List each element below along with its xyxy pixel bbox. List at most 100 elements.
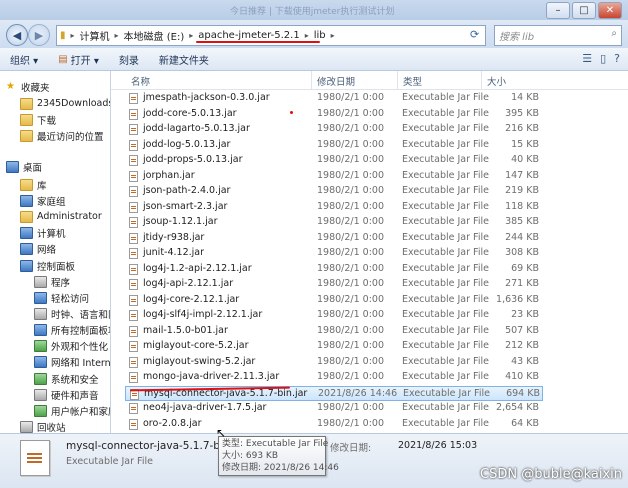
- jar-file-icon: [129, 139, 138, 151]
- file-date: 1980/2/1 0:00: [317, 371, 385, 382]
- file-type: Executable Jar File: [402, 309, 489, 320]
- column-header-row: 名称 修改日期 类型 大小: [111, 71, 628, 90]
- file-name: jodd-props-5.0.13.jar: [143, 154, 243, 165]
- file-row[interactable]: neo4j-java-driver-1.7.5.jar 1980/2/1 0:00…: [125, 401, 543, 416]
- file-row[interactable]: log4j-api-2.12.1.jar 1980/2/1 0:00 Executa…: [125, 277, 543, 292]
- column-size[interactable]: 大小: [487, 74, 506, 88]
- nav-item[interactable]: 程序: [34, 274, 70, 289]
- nav-item-label: 所有控制面板项: [51, 325, 111, 337]
- nav-item[interactable]: 桌面: [6, 159, 42, 174]
- new-folder-button[interactable]: 新建文件夹: [149, 52, 219, 67]
- breadcrumb-computer[interactable]: 计算机: [77, 28, 113, 43]
- address-row: ◀ ▶ ▮ ▸ 计算机 ▸ 本地磁盘 (E:) ▸ apache-jmeter-…: [0, 22, 628, 48]
- explorer-window: 今日推荐 | 下载使用jmeter执行测试计划 – □ ✕ ◀ ▶ ▮ ▸ 计算…: [0, 0, 628, 488]
- column-name[interactable]: 名称: [131, 74, 150, 88]
- refresh-icon[interactable]: ⟳: [470, 28, 479, 41]
- jar-file-icon: [129, 372, 138, 383]
- file-date: 1980/2/1 0:00: [317, 154, 385, 165]
- nav-item[interactable]: 用户帐户和家庭: [34, 403, 110, 418]
- tooltip-size: 大小: 693 KB: [222, 451, 279, 461]
- forward-button[interactable]: ▶: [28, 24, 50, 46]
- file-row[interactable]: mail-1.5.0-b01.jar 1980/2/1 0:00 Executabl…: [125, 324, 543, 339]
- nav-item-label: 网络和 Internet: [51, 357, 111, 369]
- search-input[interactable]: 搜索 lib ⌕: [494, 25, 622, 46]
- file-row[interactable]: miglayout-core-5.2.jar 1980/2/1 0:00 Execu…: [125, 339, 543, 354]
- column-divider[interactable]: [311, 71, 312, 89]
- view-options-icon[interactable]: ☰: [582, 52, 592, 65]
- maximize-button[interactable]: □: [572, 2, 596, 19]
- open-button[interactable]: ▤ 打开 ▾: [48, 52, 109, 67]
- file-row[interactable]: oro-2.0.8.jar 1980/2/1 0:00 Executable Jar…: [125, 417, 543, 432]
- file-row[interactable]: jmespath-jackson-0.3.0.jar 1980/2/1 0:00 E…: [125, 91, 543, 106]
- file-type: Executable Jar File: [402, 324, 489, 336]
- file-type: Executable Jar File: [402, 262, 489, 274]
- chevron-right-icon: ▸: [189, 31, 194, 40]
- file-row[interactable]: miglayout-swing-5.2.jar 1980/2/1 0:00 Exec…: [125, 355, 543, 370]
- nav-item[interactable]: 所有控制面板项: [34, 322, 111, 337]
- jar-file-icon: [129, 310, 138, 321]
- nav-item[interactable]: 网络和 Internet: [34, 354, 111, 369]
- column-type[interactable]: 类型: [403, 74, 422, 88]
- file-row[interactable]: junit-4.12.jar 1980/2/1 0:00 Executable Ja…: [125, 246, 543, 261]
- organize-button[interactable]: 组织 ▾: [0, 52, 48, 67]
- nav-item[interactable]: 外观和个性化: [34, 338, 108, 353]
- nav-item[interactable]: 控制面板: [20, 258, 75, 273]
- help-icon[interactable]: ?: [614, 52, 620, 65]
- file-type: Executable Jar File: [402, 154, 489, 165]
- file-row[interactable]: log4j-core-2.12.1.jar 1980/2/1 0:00 Execut…: [125, 293, 543, 308]
- jar-file-icon: [129, 294, 138, 306]
- nav-item[interactable]: 下载: [20, 112, 56, 127]
- nav-item[interactable]: 轻松访问: [34, 290, 89, 305]
- file-name: oro-2.0.8.jar: [143, 417, 202, 429]
- breadcrumb-lib[interactable]: lib: [311, 30, 329, 41]
- file-row[interactable]: jodd-core-5.0.13.jar 1980/2/1 0:00 Executa…: [125, 107, 543, 122]
- back-button[interactable]: ◀: [6, 24, 28, 46]
- close-button[interactable]: ✕: [598, 2, 622, 19]
- nav-item[interactable]: 计算机: [20, 225, 66, 240]
- file-row[interactable]: jorphan.jar 1980/2/1 0:00 Executable Jar F…: [125, 169, 543, 184]
- jar-file-icon: [129, 201, 138, 213]
- nav-item-label: 2345Downloads: [37, 98, 111, 109]
- control-panel-icon: [20, 259, 33, 272]
- column-divider[interactable]: [481, 71, 482, 89]
- nav-item[interactable]: 时钟、语言和区: [34, 306, 110, 321]
- column-divider[interactable]: [397, 71, 398, 89]
- file-date: 1980/2/1 0:00: [317, 123, 385, 134]
- nav-item[interactable]: 库: [20, 177, 47, 192]
- file-size: 694 KB: [506, 387, 540, 399]
- nav-item[interactable]: 2345Downloads: [20, 96, 111, 111]
- nav-item[interactable]: 家庭组: [20, 193, 66, 208]
- file-row[interactable]: mongo-java-driver-2.11.3.jar 1980/2/1 0:0…: [125, 370, 543, 385]
- column-date[interactable]: 修改日期: [317, 74, 355, 88]
- file-name: junit-4.12.jar: [143, 247, 205, 258]
- nav-item[interactable]: 最近访问的位置: [20, 128, 104, 143]
- file-row[interactable]: jtidy-r938.jar 1980/2/1 0:00 Executable Ja…: [125, 231, 543, 246]
- nav-item[interactable]: ★ 收藏夹: [6, 79, 50, 94]
- file-row[interactable]: jodd-lagarto-5.0.13.jar 1980/2/1 0:00 Exec…: [125, 122, 543, 137]
- file-row[interactable]: jodd-props-5.0.13.jar 1980/2/1 0:00 Execut…: [125, 153, 543, 168]
- nav-item[interactable]: 网络: [20, 241, 56, 256]
- nav-item[interactable]: 系统和安全: [34, 371, 99, 386]
- file-row[interactable]: jsoup-1.12.1.jar 1980/2/1 0:00 Executable …: [125, 215, 543, 230]
- nav-item[interactable]: Administrator: [20, 209, 102, 224]
- file-type: Executable Jar File: [403, 387, 490, 399]
- breadcrumb-drive[interactable]: 本地磁盘 (E:): [121, 28, 188, 43]
- user-accounts-icon: [34, 404, 47, 417]
- file-size: 395 KB: [505, 107, 539, 119]
- preview-pane-icon[interactable]: ▯: [600, 52, 606, 65]
- file-row[interactable]: log4j-slf4j-impl-2.12.1.jar 1980/2/1 0:00…: [125, 308, 543, 323]
- file-row[interactable]: json-path-2.4.0.jar 1980/2/1 0:00 Executab…: [125, 184, 543, 199]
- minimize-button[interactable]: –: [546, 2, 570, 19]
- nav-item[interactable]: 回收站: [20, 419, 66, 433]
- details-modified-label: 修改日期:: [330, 443, 372, 454]
- burn-button[interactable]: 刻录: [109, 52, 149, 67]
- file-type: Executable Jar File: [402, 417, 489, 429]
- file-row[interactable]: jodd-log-5.0.13.jar 1980/2/1 0:00 Executab…: [125, 138, 543, 153]
- file-row[interactable]: log4j-1.2-api-2.12.1.jar 1980/2/1 0:00 Exe…: [125, 262, 543, 277]
- chevron-right-icon: ▸: [330, 31, 335, 40]
- search-placeholder: 搜索 lib: [499, 32, 535, 43]
- file-size: 216 KB: [505, 123, 539, 134]
- file-row[interactable]: json-smart-2.3.jar 1980/2/1 0:00 Executabl…: [125, 200, 543, 215]
- nav-item[interactable]: 硬件和声音: [34, 387, 99, 402]
- breadcrumb-jmeter[interactable]: apache-jmeter-5.2.1: [195, 30, 302, 41]
